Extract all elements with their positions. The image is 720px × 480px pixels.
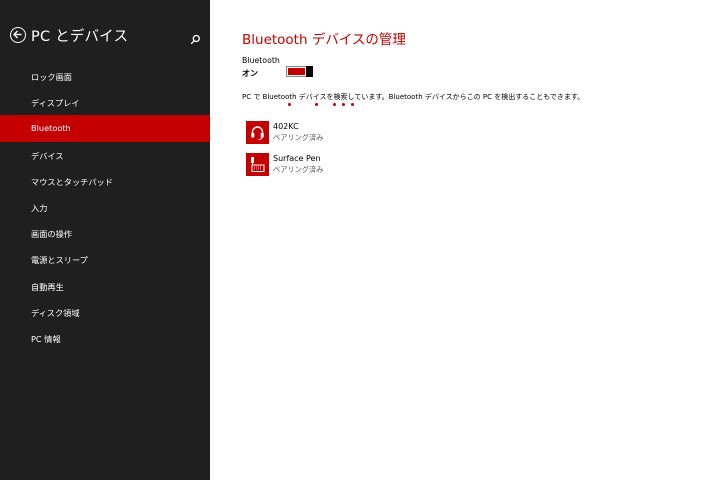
sidebar-item-power-sleep[interactable]: 電源とスリープ — [0, 246, 210, 272]
sidebar-item-label: Bluetooth — [31, 123, 71, 134]
sidebar-item-pc-info[interactable]: PC 情報 — [0, 325, 210, 351]
bluetooth-label: Bluetooth — [242, 56, 280, 65]
sidebar-item-corners-edges[interactable]: 画面の操作 — [0, 220, 210, 246]
progress-dot — [288, 103, 291, 106]
sidebar-item-display[interactable]: ディスプレイ — [0, 89, 210, 115]
device-name: Surface Pen — [273, 154, 321, 163]
back-arrow-circle-icon[interactable] — [10, 27, 26, 43]
main-panel: Bluetooth デバイスの管理 Bluetooth オン PC で Blue… — [210, 0, 720, 480]
progress-dots — [288, 103, 358, 107]
toggle-thumb[interactable] — [306, 66, 313, 77]
headset-icon — [246, 121, 269, 144]
progress-dot — [342, 103, 345, 106]
search-status-text: PC で Bluetooth デバイスを検索しています。Bluetooth デバ… — [242, 93, 585, 101]
sidebar: PC とデバイス ロック画面 ディスプレイ Bluetooth デバイス マウス… — [0, 0, 210, 480]
toggle-fill — [288, 68, 305, 75]
sidebar-item-lock-screen[interactable]: ロック画面 — [0, 63, 210, 89]
sidebar-item-disk-space[interactable]: ディスク領域 — [0, 299, 210, 325]
sidebar-item-devices[interactable]: デバイス — [0, 142, 210, 168]
sidebar-item-label: 画面の操作 — [31, 229, 72, 240]
sidebar-item-label: 電源とスリープ — [31, 255, 88, 266]
page-title: Bluetooth デバイスの管理 — [242, 32, 406, 48]
device-item-402kc[interactable]: 402KC ペアリング済み — [246, 121, 506, 145]
device-status: ペアリング済み — [273, 133, 324, 142]
sidebar-item-bluetooth[interactable]: Bluetooth — [0, 115, 210, 142]
search-icon[interactable] — [190, 30, 201, 45]
sidebar-item-label: ディスプレイ — [31, 98, 80, 109]
progress-dot — [315, 103, 318, 106]
device-item-surface-pen[interactable]: Surface Pen ペアリング済み — [246, 153, 506, 177]
sidebar-item-label: ロック画面 — [31, 72, 72, 82]
bluetooth-toggle[interactable] — [286, 66, 313, 77]
progress-dot — [333, 103, 336, 106]
keyboard-icon — [246, 153, 269, 176]
progress-dot — [351, 103, 354, 106]
bluetooth-state: オン — [242, 69, 258, 78]
device-status: ペアリング済み — [273, 165, 324, 174]
sidebar-item-label: デバイス — [31, 150, 64, 161]
sidebar-item-mouse-touchpad[interactable]: マウスとタッチパッド — [0, 168, 210, 194]
sidebar-title: PC とデバイス — [31, 29, 129, 45]
sidebar-item-autoplay[interactable]: 自動再生 — [0, 273, 210, 299]
sidebar-item-label: マウスとタッチパッド — [31, 176, 113, 187]
sidebar-item-label: 入力 — [31, 202, 48, 213]
sidebar-item-label: 自動再生 — [31, 281, 64, 292]
sidebar-header: PC とデバイス — [10, 27, 200, 47]
sidebar-item-typing[interactable]: 入力 — [0, 194, 210, 220]
sidebar-nav: ロック画面 ディスプレイ Bluetooth デバイス マウスとタッチパッド 入… — [0, 63, 210, 351]
sidebar-item-label: PC 情報 — [31, 333, 61, 344]
device-name: 402KC — [273, 122, 299, 131]
sidebar-item-label: ディスク領域 — [31, 307, 80, 318]
